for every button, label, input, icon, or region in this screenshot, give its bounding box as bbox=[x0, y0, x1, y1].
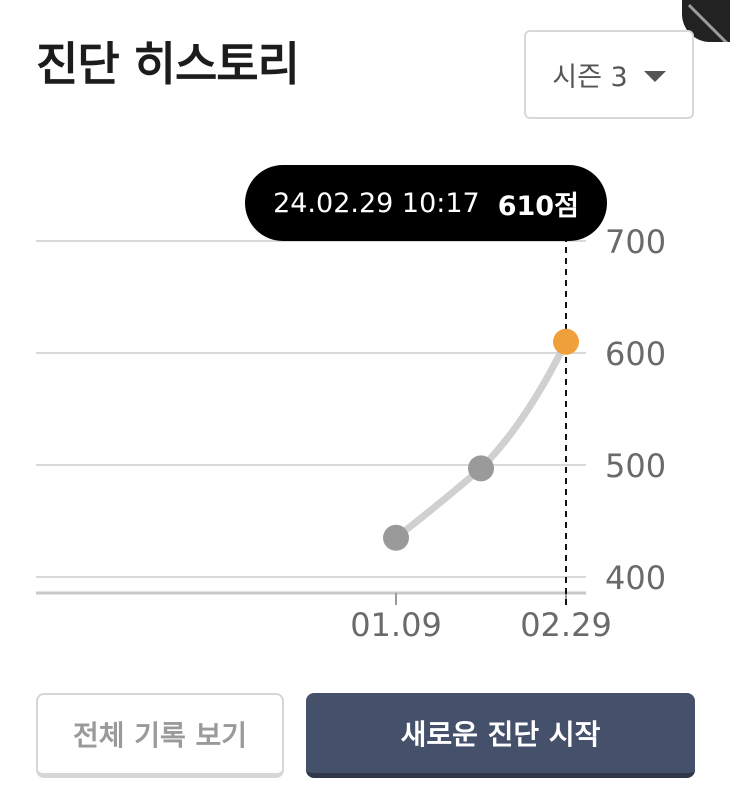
highlighted-data-point bbox=[553, 328, 579, 355]
score-tooltip: 24.02.29 10:17 610점 bbox=[245, 165, 607, 241]
tooltip-datetime: 24.02.29 10:17 bbox=[273, 187, 480, 219]
series-line bbox=[392, 338, 570, 542]
y-tick-label: 600 bbox=[605, 335, 666, 373]
tooltip-score: 610점 bbox=[497, 190, 579, 222]
diagnosis-history-screen: 진단 히스토리 시즌 3 700 600 500 400 01.09 02.29 24.0… bbox=[0, 0, 730, 800]
score-history-chart: 700 600 500 400 01.09 02.29 bbox=[36, 223, 666, 644]
x-tick-label: 02.29 bbox=[520, 606, 612, 644]
start-new-diagnosis-button[interactable]: 새로운 진단 시작 bbox=[306, 693, 695, 778]
y-tick-label: 700 bbox=[605, 223, 666, 261]
data-point bbox=[468, 455, 494, 482]
y-tick-label: 500 bbox=[605, 447, 666, 485]
x-tick-label: 01.09 bbox=[350, 606, 442, 644]
data-point bbox=[383, 524, 409, 551]
y-tick-label: 400 bbox=[605, 559, 666, 597]
view-all-records-button[interactable]: 전체 기록 보기 bbox=[36, 693, 284, 778]
